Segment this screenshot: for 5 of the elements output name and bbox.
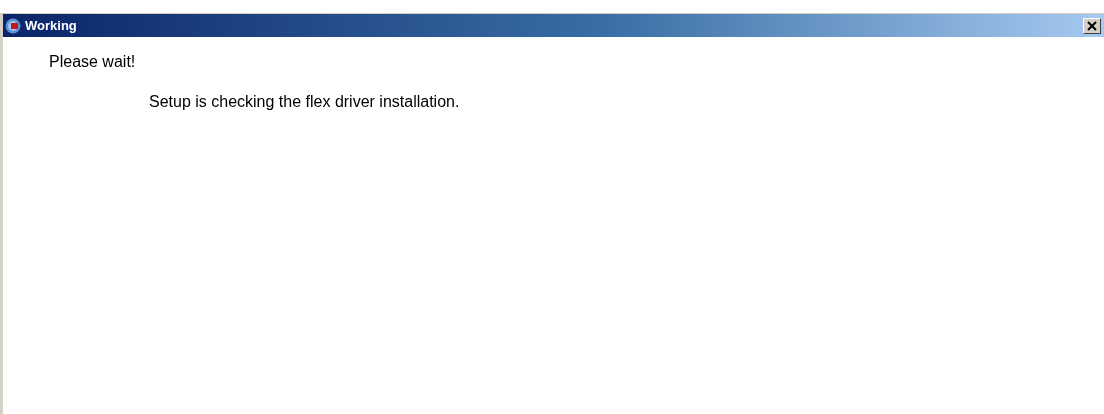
- status-heading: Please wait!: [49, 53, 137, 71]
- status-message: Setup is checking the flex driver installation.: [149, 93, 461, 111]
- app-icon: [5, 17, 21, 34]
- close-button[interactable]: [1083, 17, 1101, 34]
- window-title: Working: [25, 18, 78, 33]
